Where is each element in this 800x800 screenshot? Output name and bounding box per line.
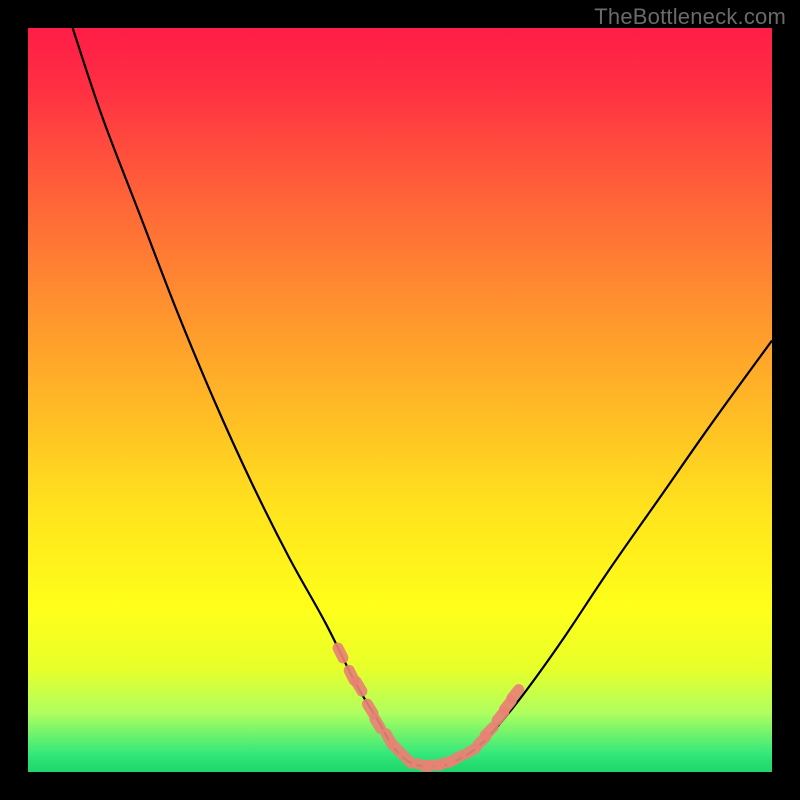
marker-group: [331, 641, 527, 772]
curve-marker: [331, 641, 351, 666]
chart-svg: [28, 28, 772, 772]
bottleneck-curve: [73, 28, 772, 767]
plot-area: [28, 28, 772, 772]
outer-frame: TheBottleneck.com: [0, 0, 800, 800]
watermark-text: TheBottleneck.com: [594, 4, 786, 30]
